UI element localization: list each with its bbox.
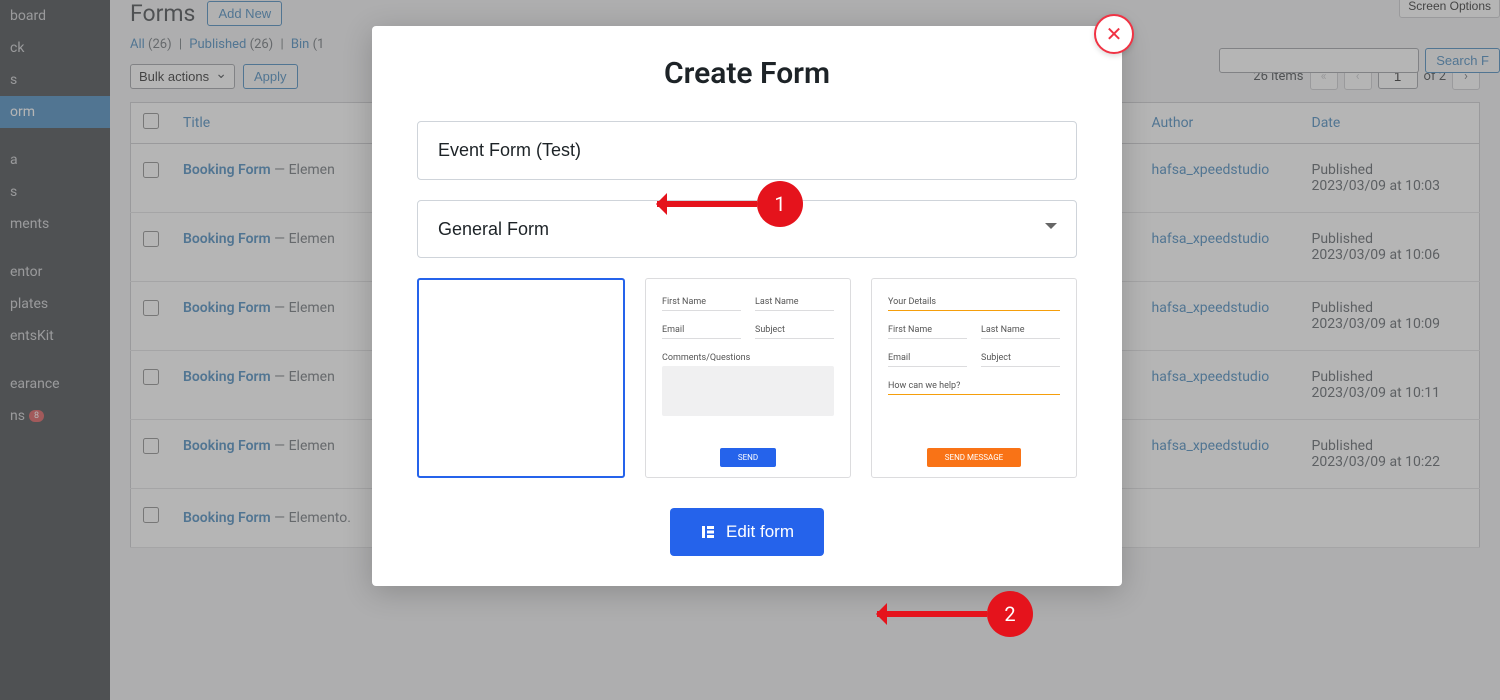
- preview-send-button: SEND: [720, 448, 776, 467]
- create-form-modal: ✕ Create Form General Form First Name La…: [372, 26, 1122, 586]
- preview-send-message-button: SEND MESSAGE: [927, 448, 1021, 467]
- template-gallery: First Name Last Name Email Subject Comme…: [417, 278, 1077, 478]
- form-name-input[interactable]: [417, 121, 1077, 180]
- edit-form-button[interactable]: Edit form: [670, 508, 824, 556]
- template-contact[interactable]: First Name Last Name Email Subject Comme…: [645, 278, 851, 478]
- elementor-icon: [700, 524, 716, 540]
- edit-form-label: Edit form: [726, 522, 794, 542]
- template-blank[interactable]: [417, 278, 625, 478]
- template-details[interactable]: Your Details First Name Last Name Email …: [871, 278, 1077, 478]
- close-icon: ✕: [1106, 22, 1123, 47]
- close-button[interactable]: ✕: [1094, 14, 1134, 54]
- modal-title: Create Form: [412, 56, 1082, 91]
- form-type-select[interactable]: General Form: [417, 200, 1077, 258]
